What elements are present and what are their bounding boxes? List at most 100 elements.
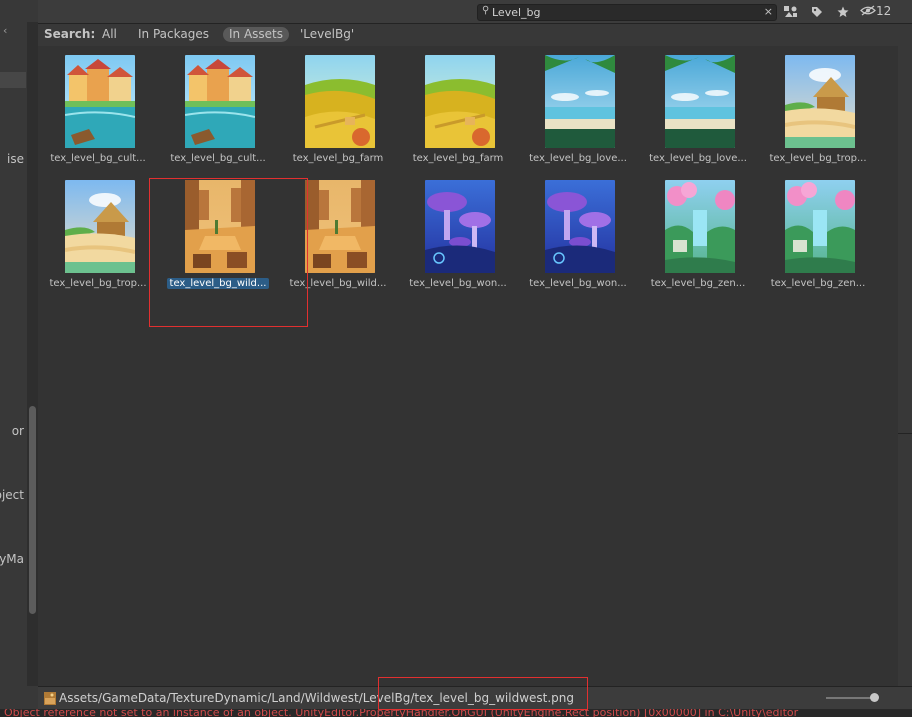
asset-grid: tex_level_bg_cult... tex_level_bg_cult..…	[38, 46, 898, 686]
left-panel-label[interactable]: oject	[0, 488, 24, 502]
asset-thumbnail[interactable]	[185, 55, 255, 148]
asset-name-text: tex_level_bg_wild...	[289, 278, 387, 289]
asset-item[interactable]: tex_level_bg_trop...	[38, 171, 158, 291]
search-scope-label: Search:	[44, 27, 96, 41]
asset-thumbnail[interactable]	[545, 180, 615, 273]
texture-preview-image	[185, 180, 255, 273]
asset-name-text: tex_level_bg_cult...	[170, 153, 266, 164]
scope-in-packages-tab[interactable]: In Packages	[138, 27, 209, 42]
left-panel-scrollbar[interactable]	[27, 22, 38, 686]
texture-preview-image	[305, 55, 375, 148]
texture-preview-image	[425, 55, 495, 148]
asset-thumbnail[interactable]	[545, 55, 615, 148]
asset-thumbnail[interactable]	[425, 180, 495, 273]
project-toolbar: ⚲ × 12	[38, 0, 912, 24]
search-by-label-button[interactable]	[806, 3, 828, 20]
asset-name-label: tex_level_bg_zen...	[638, 278, 758, 289]
asset-item[interactable]: tex_level_bg_love...	[638, 46, 758, 166]
clear-search-icon[interactable]: ×	[764, 5, 773, 18]
thumbnail-size-slider[interactable]	[826, 693, 879, 703]
asset-thumbnail[interactable]	[665, 180, 735, 273]
asset-name-label: tex_level_bg_zen...	[758, 278, 878, 289]
selected-row-highlight[interactable]	[0, 72, 26, 88]
scope-in-assets-tab[interactable]: In Assets	[223, 27, 290, 42]
asset-item[interactable]: tex_level_bg_won...	[518, 171, 638, 291]
asset-item[interactable]: tex_level_bg_trop...	[758, 46, 878, 166]
left-panel-label[interactable]: cyMa	[0, 552, 24, 566]
asset-thumbnail[interactable]	[65, 180, 135, 273]
left-panel-label[interactable]: or	[12, 424, 24, 438]
asset-name-label: tex_level_bg_won...	[398, 278, 518, 289]
console-status-bar[interactable]: Object reference not set to an instance …	[0, 709, 912, 717]
asset-item[interactable]: tex_level_bg_farm	[398, 46, 518, 166]
asset-name-label: tex_level_bg_farm	[398, 153, 518, 164]
slider-handle[interactable]	[870, 693, 879, 702]
asset-item[interactable]: tex_level_bg_wild...	[158, 171, 278, 291]
asset-path-bar: Assets/GameData/TextureDynamic/Land/Wild…	[38, 686, 912, 710]
asset-name-label: tex_level_bg_love...	[518, 153, 638, 164]
asset-name-text: tex_level_bg_zen...	[650, 278, 746, 289]
asset-path-text: Assets/GameData/TextureDynamic/Land/Wild…	[59, 691, 575, 705]
asset-thumbnail[interactable]	[785, 55, 855, 148]
asset-item[interactable]: tex_level_bg_won...	[398, 171, 518, 291]
search-field[interactable]: ⚲ ×	[477, 4, 777, 21]
asset-name-text: tex_level_bg_won...	[409, 278, 507, 289]
asset-name-text: tex_level_bg_farm	[292, 153, 384, 164]
asset-thumbnail[interactable]	[425, 55, 495, 148]
asset-name-label: tex_level_bg_farm	[278, 153, 398, 164]
scope-all-tab[interactable]: All	[102, 27, 117, 42]
left-panel-label[interactable]: ise	[7, 152, 24, 166]
asset-name-text: tex_level_bg_love...	[529, 153, 627, 164]
texture-preview-image	[185, 55, 255, 148]
asset-name-text: tex_level_bg_trop...	[769, 153, 867, 164]
texture-preview-image	[65, 55, 135, 148]
hidden-eye-icon	[860, 5, 876, 16]
asset-item[interactable]: tex_level_bg_cult...	[158, 46, 278, 166]
asset-item[interactable]: tex_level_bg_cult...	[38, 46, 158, 166]
texture-preview-image	[545, 180, 615, 273]
asset-item[interactable]: tex_level_bg_zen...	[638, 171, 758, 291]
asset-name-text: tex_level_bg_wild...	[166, 278, 270, 289]
favorite-button[interactable]	[832, 3, 854, 20]
asset-name-label: tex_level_bg_love...	[638, 153, 758, 164]
search-input[interactable]	[492, 5, 754, 20]
texture-preview-image	[785, 55, 855, 148]
asset-item[interactable]: tex_level_bg_love...	[518, 46, 638, 166]
asset-thumbnail[interactable]	[305, 55, 375, 148]
texture-file-icon	[44, 692, 56, 705]
hidden-count-label: 12	[876, 4, 892, 18]
asset-thumbnail[interactable]	[665, 55, 735, 148]
texture-preview-image	[545, 55, 615, 148]
texture-preview-image	[785, 180, 855, 273]
asset-name-text: tex_level_bg_won...	[529, 278, 627, 289]
asset-thumbnail[interactable]	[785, 180, 855, 273]
hidden-packages-toggle[interactable]: 12	[860, 3, 891, 20]
search-scope-bar: Search: All In Packages In Assets 'Level…	[38, 24, 912, 45]
texture-preview-image	[425, 180, 495, 273]
right-panel-edge	[898, 46, 912, 686]
divider	[898, 433, 912, 434]
scope-folder-tab[interactable]: 'LevelBg'	[300, 27, 354, 42]
asset-thumbnail[interactable]	[185, 180, 255, 273]
create-by-type-button[interactable]	[780, 3, 802, 20]
texture-preview-image	[65, 180, 135, 273]
asset-name-label: tex_level_bg_won...	[518, 278, 638, 289]
asset-name-text: tex_level_bg_farm	[412, 153, 504, 164]
asset-item[interactable]: tex_level_bg_farm	[278, 46, 398, 166]
asset-name-label: tex_level_bg_cult...	[38, 153, 158, 164]
search-icon: ⚲	[482, 5, 490, 16]
asset-thumbnail[interactable]	[305, 180, 375, 273]
favorite-star-icon	[837, 6, 849, 17]
asset-item[interactable]: tex_level_bg_wild...	[278, 171, 398, 291]
asset-name-label: tex_level_bg_wild...	[278, 278, 398, 289]
create-by-type-icon	[784, 6, 797, 17]
asset-name-label: tex_level_bg_wild...	[158, 278, 278, 289]
asset-thumbnail[interactable]	[65, 55, 135, 148]
asset-name-label: tex_level_bg_trop...	[758, 153, 878, 164]
scrollbar-thumb[interactable]	[29, 406, 36, 614]
console-error-message: Object reference not set to an instance …	[4, 709, 799, 717]
chevron-left-icon[interactable]: ‹	[3, 24, 7, 37]
asset-name-text: tex_level_bg_cult...	[50, 153, 146, 164]
asset-item[interactable]: tex_level_bg_zen...	[758, 171, 878, 291]
asset-name-text: tex_level_bg_love...	[649, 153, 747, 164]
